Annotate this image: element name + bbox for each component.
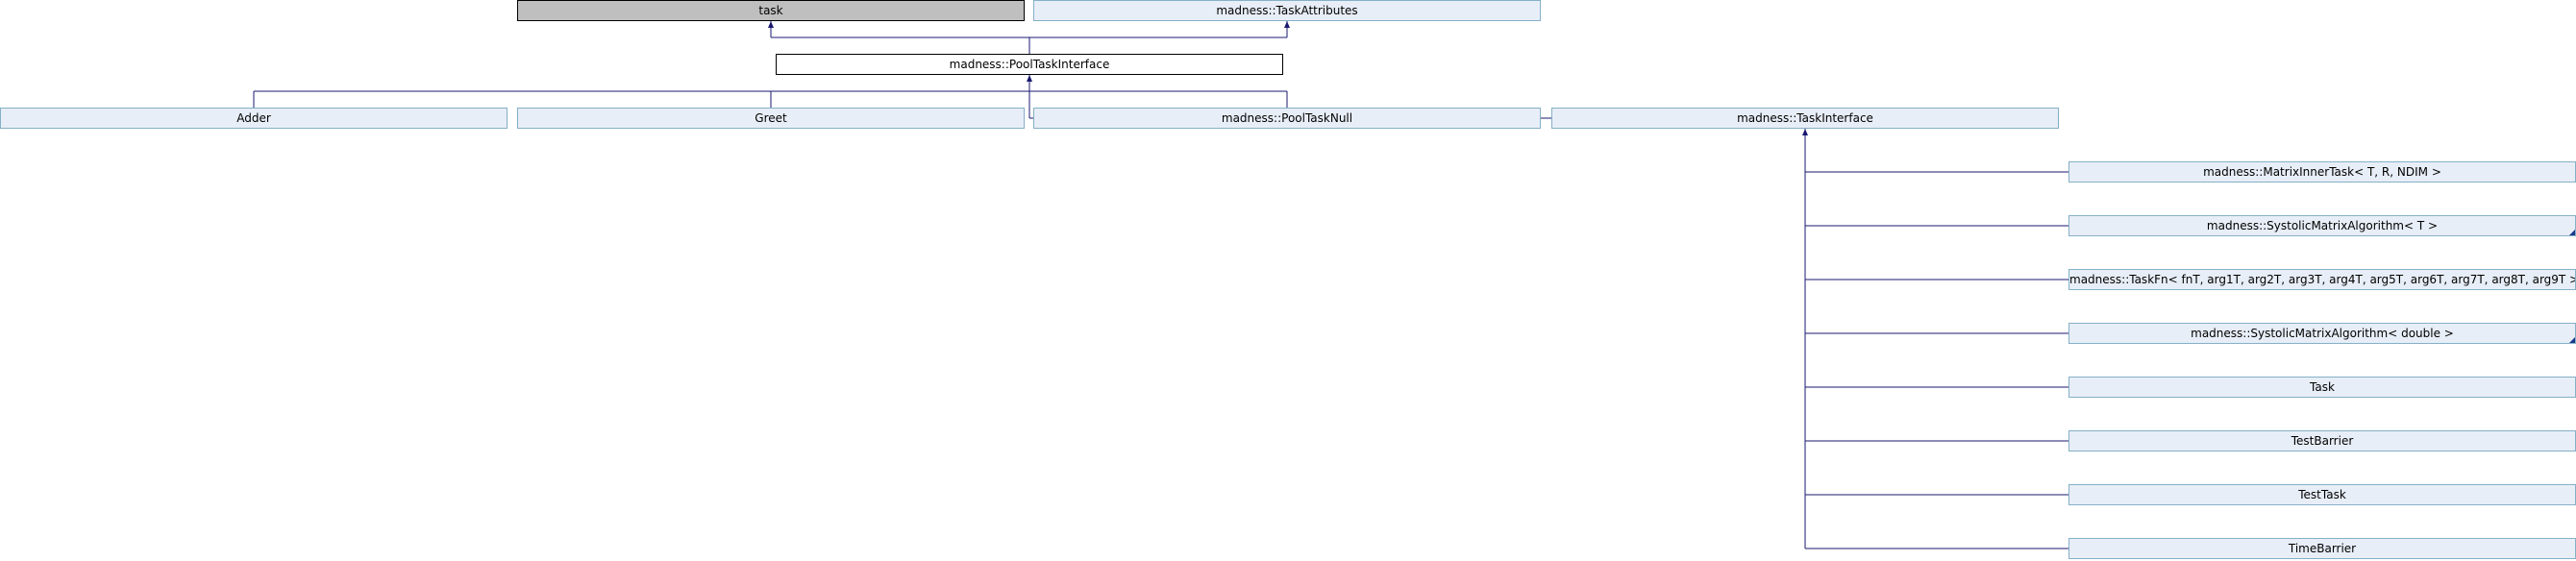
class-node-test-task[interactable]: TestTask: [2068, 484, 2576, 505]
class-node-greet-label: Greet: [755, 111, 787, 125]
class-node-task-fn[interactable]: madness::TaskFn< fnT, arg1T, arg2T, arg3…: [2068, 269, 2576, 290]
inheritance-arrowhead-icon: [1027, 75, 1032, 82]
class-node-greet[interactable]: Greet: [517, 108, 1025, 129]
class-node-task-attributes-label: madness::TaskAttributes: [1216, 4, 1358, 17]
class-node-systolic-matrix-algorithm-double[interactable]: madness::SystolicMatrixAlgorithm< double…: [2068, 323, 2576, 344]
class-node-systolic-matrix-algorithm-t[interactable]: madness::SystolicMatrixAlgorithm< T >: [2068, 215, 2576, 236]
class-node-task-label: task: [758, 4, 783, 17]
class-node-test-barrier[interactable]: TestBarrier: [2068, 430, 2576, 451]
class-node-task-fn-label: madness::TaskFn< fnT, arg1T, arg2T, arg3…: [2069, 273, 2576, 286]
class-node-systolic-matrix-algorithm-double-label: madness::SystolicMatrixAlgorithm< double…: [2191, 327, 2454, 340]
inheritance-arrowhead-icon: [1802, 129, 1808, 135]
class-node-pool-task-null[interactable]: madness::PoolTaskNull: [1033, 108, 1541, 129]
class-node-matrix-inner-task-label: madness::MatrixInnerTask< T, R, NDIM >: [2203, 165, 2441, 179]
class-node-task-interface[interactable]: madness::TaskInterface: [1551, 108, 2059, 129]
class-node-time-barrier[interactable]: TimeBarrier: [2068, 538, 2576, 559]
class-node-adder-label: Adder: [236, 111, 271, 125]
class-node-pool-task-null-label: madness::PoolTaskNull: [1221, 111, 1353, 125]
class-node-systolic-matrix-algorithm-t-label: madness::SystolicMatrixAlgorithm< T >: [2206, 219, 2439, 232]
more-derived-indicator-icon: [2569, 230, 2575, 235]
more-derived-indicator-icon: [2569, 337, 2575, 343]
class-node-adder[interactable]: Adder: [0, 108, 508, 129]
inheritance-arrowhead-icon: [768, 21, 774, 28]
inheritance-arrowhead-icon: [1284, 21, 1290, 28]
inheritance-diagram: task madness::TaskAttributes madness::Po…: [0, 0, 2576, 561]
class-node-test-barrier-label: TestBarrier: [2291, 434, 2354, 448]
class-node-task-class-label: Task: [2310, 380, 2335, 394]
class-node-test-task-label: TestTask: [2298, 488, 2346, 501]
class-node-task-interface-label: madness::TaskInterface: [1737, 111, 1873, 125]
class-node-task-class[interactable]: Task: [2068, 377, 2576, 398]
class-node-task-attributes[interactable]: madness::TaskAttributes: [1033, 0, 1541, 21]
class-node-pool-task-interface: madness::PoolTaskInterface: [776, 54, 1283, 75]
class-node-task: task: [517, 0, 1025, 21]
class-node-pool-task-interface-label: madness::PoolTaskInterface: [949, 58, 1110, 71]
class-node-time-barrier-label: TimeBarrier: [2288, 542, 2357, 555]
class-node-matrix-inner-task[interactable]: madness::MatrixInnerTask< T, R, NDIM >: [2068, 161, 2576, 183]
